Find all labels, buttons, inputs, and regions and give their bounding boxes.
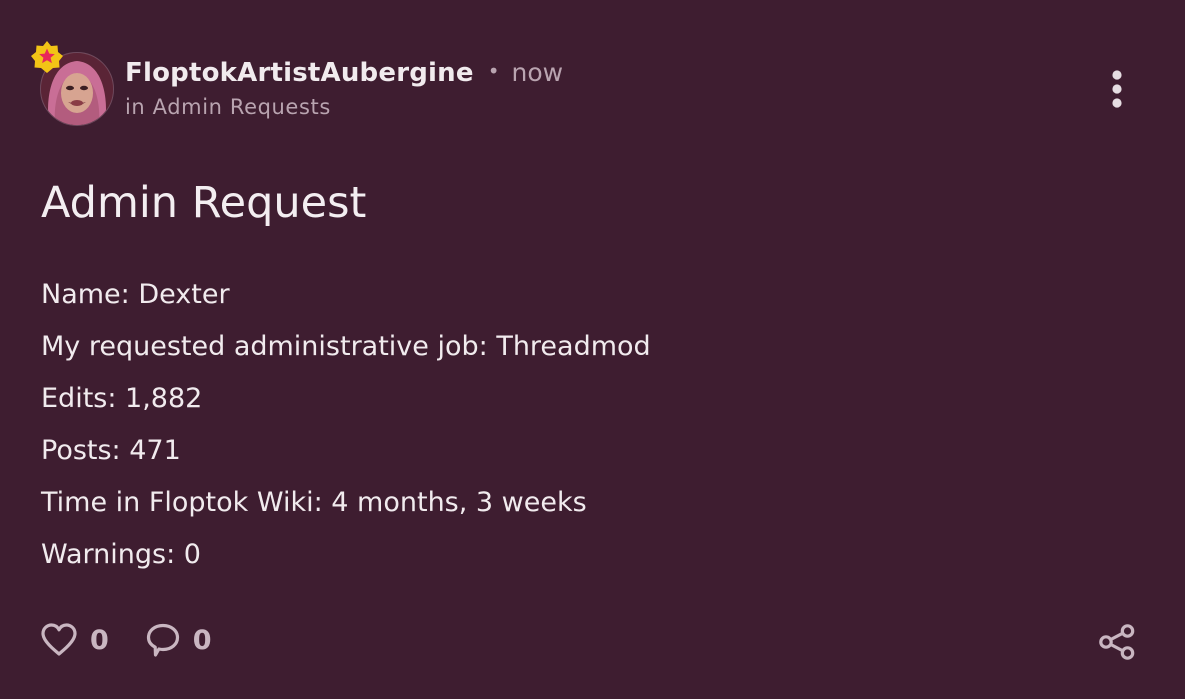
separator-dot: • bbox=[487, 59, 500, 83]
like-count: 0 bbox=[90, 624, 109, 656]
body-line-name: Name: Dexter bbox=[41, 279, 230, 310]
post-body: Name: Dexter My requested administrative… bbox=[41, 278, 651, 590]
body-line-posts: Posts: 471 bbox=[41, 435, 181, 466]
share-icon[interactable] bbox=[1098, 624, 1136, 660]
body-line-time: Time in Floptok Wiki: 4 months, 3 weeks bbox=[41, 487, 587, 518]
body-line-job: My requested administrative job: Threadm… bbox=[41, 331, 651, 362]
post-card: FloptokArtistAubergine • now in Admin Re… bbox=[0, 0, 1185, 699]
post-actions: 0 0 bbox=[40, 622, 212, 658]
post-meta: FloptokArtistAubergine • now in Admin Re… bbox=[125, 60, 563, 118]
star-badge-icon bbox=[31, 41, 63, 73]
comment-count: 0 bbox=[192, 624, 212, 656]
comment-icon bbox=[146, 623, 179, 657]
body-line-warnings: Warnings: 0 bbox=[41, 539, 201, 570]
more-vertical-icon[interactable] bbox=[1100, 68, 1134, 112]
comment-button[interactable]: 0 bbox=[145, 622, 212, 658]
heart-icon bbox=[41, 623, 77, 656]
timestamp: now bbox=[511, 58, 564, 87]
post-title: Admin Request bbox=[41, 178, 367, 228]
author-name[interactable]: FloptokArtistAubergine bbox=[125, 60, 474, 86]
author-line: FloptokArtistAubergine • now bbox=[125, 60, 563, 86]
body-line-edits: Edits: 1,882 bbox=[41, 383, 203, 414]
board-link[interactable]: in Admin Requests bbox=[125, 97, 563, 118]
like-button[interactable]: 0 bbox=[40, 622, 109, 658]
author-avatar-wrapper[interactable] bbox=[31, 41, 114, 126]
